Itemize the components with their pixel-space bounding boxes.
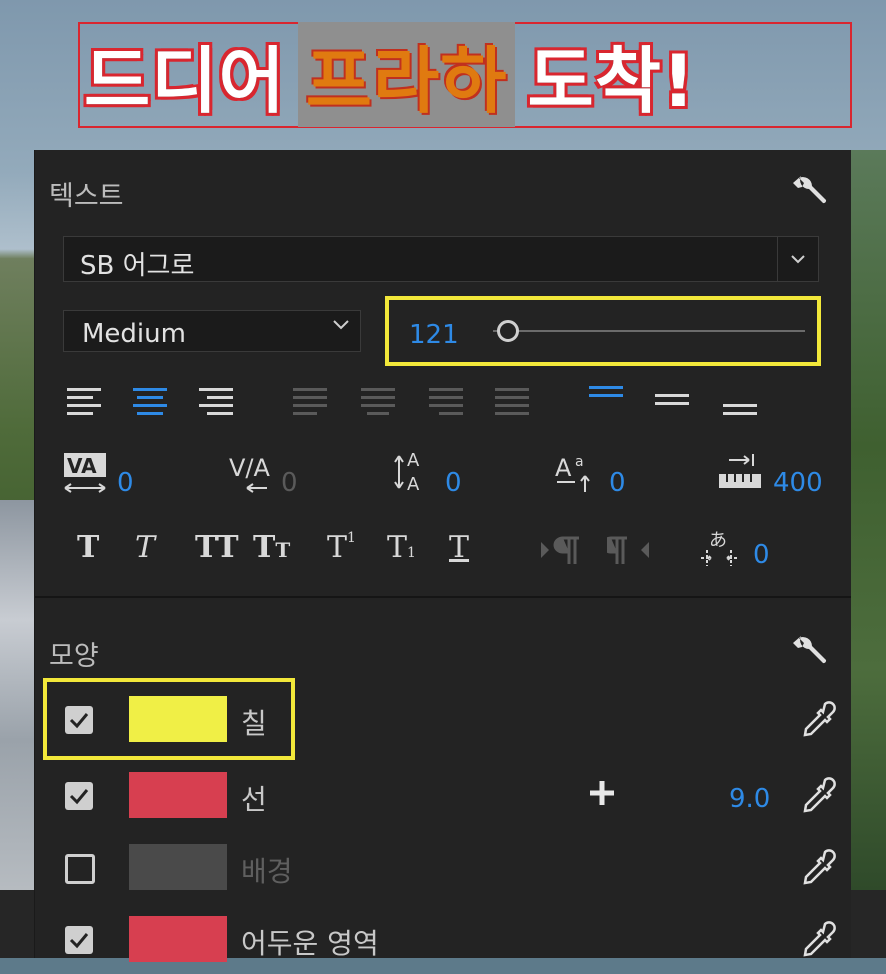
align-center-icon[interactable] <box>131 386 169 420</box>
title-part1: 드디어 <box>84 38 286 123</box>
kerning-value[interactable]: 0 <box>117 468 134 498</box>
svg-text:A: A <box>555 454 572 482</box>
appearance-row-shadow: 어두운 영역 <box>35 910 851 974</box>
align-right-icon[interactable] <box>197 386 235 420</box>
tab-width-icon[interactable] <box>717 452 767 492</box>
justify-all-icon[interactable] <box>493 386 531 420</box>
small-caps-button[interactable]: TT <box>253 530 290 565</box>
video-title-text: 드디어 프라하 도착! <box>84 21 696 127</box>
wrench-icon[interactable] <box>793 172 829 208</box>
faux-bold-button[interactable]: T <box>77 530 99 565</box>
font-size-slider-track[interactable] <box>493 330 805 332</box>
background-checkbox[interactable] <box>65 854 95 884</box>
leading-icon[interactable]: A A <box>391 448 437 496</box>
justify-right-icon[interactable] <box>427 386 465 420</box>
svg-text:a: a <box>575 454 584 470</box>
appearance-row-background: 배경 <box>35 838 851 902</box>
superscript-button[interactable]: T1 <box>327 530 356 565</box>
subscript-button[interactable]: T1 <box>387 530 416 565</box>
add-stroke-icon[interactable] <box>587 778 617 808</box>
svg-text:V/A: V/A <box>229 454 271 482</box>
background-label: 배경 <box>241 855 293 888</box>
appearance-row-fill: 칠 <box>35 690 851 754</box>
eyedropper-icon[interactable] <box>797 848 837 888</box>
eyedropper-icon[interactable] <box>797 920 837 960</box>
fill-color-swatch[interactable] <box>129 696 227 742</box>
stroke-width-value[interactable]: 9.0 <box>729 784 770 814</box>
baseline-shift-value[interactable]: 0 <box>609 468 626 498</box>
tracking-icon[interactable]: V/A <box>227 452 273 496</box>
ltr-paragraph-icon[interactable] <box>539 534 585 566</box>
essential-graphics-panel: 텍스트 SB 어그로 Medium 121 VA 0 V/A 0 A A 0 A… <box>34 150 851 962</box>
font-size-highlight: 121 <box>385 296 821 366</box>
font-style-dropdown[interactable]: Medium <box>63 310 361 352</box>
eyedropper-icon[interactable] <box>797 700 837 740</box>
shadow-label: 어두운 영역 <box>241 927 379 960</box>
shadow-checkbox[interactable] <box>65 926 93 954</box>
svg-text:VA: VA <box>67 454 97 478</box>
justify-left-icon[interactable] <box>291 386 329 420</box>
title-part2: 도착! <box>527 38 696 123</box>
eyedropper-icon[interactable] <box>797 776 837 816</box>
kerning-icon[interactable]: VA <box>63 452 109 496</box>
all-caps-button[interactable]: TT <box>195 530 239 565</box>
svg-text:A: A <box>407 474 420 495</box>
tsume-icon[interactable]: あ <box>697 526 743 570</box>
text-section-title: 텍스트 <box>49 181 124 212</box>
shadow-color-swatch[interactable] <box>129 916 227 962</box>
faux-italic-button[interactable]: T <box>135 530 155 565</box>
title-highlight: 프라하 <box>297 21 516 127</box>
background-field <box>850 150 886 890</box>
font-style-value: Medium <box>82 319 186 349</box>
underline-button[interactable]: T <box>449 530 469 565</box>
baseline-shift-icon[interactable]: A a <box>555 452 601 496</box>
stroke-checkbox[interactable] <box>65 782 93 810</box>
font-size-slider-thumb[interactable] <box>497 320 519 342</box>
font-family-value: SB 어그로 <box>80 251 195 281</box>
align-left-icon[interactable] <box>65 386 103 420</box>
leading-value[interactable]: 0 <box>445 468 462 498</box>
tracking-value[interactable]: 0 <box>281 468 298 498</box>
font-size-value[interactable]: 121 <box>409 320 459 350</box>
chevron-down-icon[interactable] <box>332 319 350 331</box>
section-divider <box>35 596 851 598</box>
text-bottom-align-icon[interactable] <box>721 400 759 422</box>
appearance-row-stroke: 선 9.0 <box>35 766 851 830</box>
background-color-swatch[interactable] <box>129 844 227 890</box>
chevron-down-icon[interactable] <box>777 237 818 281</box>
text-top-align-icon[interactable] <box>587 382 625 404</box>
svg-text:A: A <box>407 450 420 471</box>
justify-center-icon[interactable] <box>359 386 397 420</box>
svg-text:あ: あ <box>709 530 727 551</box>
tsume-value[interactable]: 0 <box>753 540 770 570</box>
text-middle-align-icon[interactable] <box>653 390 691 412</box>
font-family-dropdown[interactable]: SB 어그로 <box>63 236 819 282</box>
fill-checkbox[interactable] <box>65 706 93 734</box>
tab-width-value[interactable]: 400 <box>773 468 823 498</box>
wrench-icon[interactable] <box>793 632 829 668</box>
stroke-label: 선 <box>241 783 267 816</box>
fill-label: 칠 <box>241 707 267 740</box>
appearance-section-title: 모양 <box>49 641 99 672</box>
rtl-paragraph-icon[interactable] <box>607 534 653 566</box>
stroke-color-swatch[interactable] <box>129 772 227 818</box>
